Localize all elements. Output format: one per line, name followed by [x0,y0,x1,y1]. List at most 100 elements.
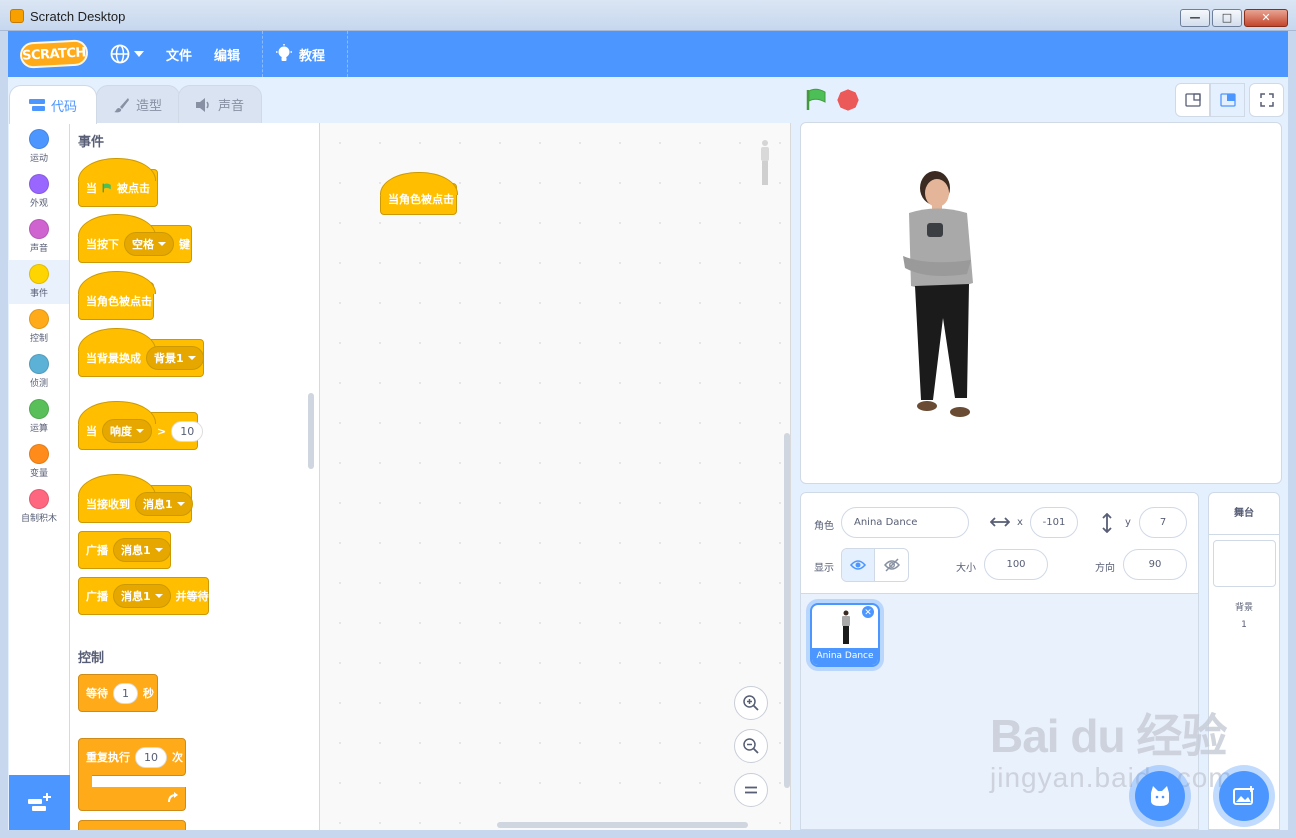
block-broadcast[interactable]: 广播 消息1 [78,531,171,569]
block-broadcast-and-wait[interactable]: 广播 消息1 并等待 [78,577,209,615]
category-label: 侦测 [29,379,48,389]
tab-sounds-label: 声音 [217,99,244,114]
normal-stage-button[interactable] [1210,83,1245,117]
zoom-reset-button[interactable] [734,773,768,807]
edit-menu[interactable]: 编辑 [214,45,240,64]
block-when-receive[interactable]: 当接收到 消息1 [78,474,193,523]
maximize-button[interactable]: □ [1212,9,1242,27]
x-label: x [1017,517,1023,528]
direction-input[interactable]: 90 [1123,549,1187,580]
my-blocks-dot [29,489,49,509]
block-when-sprite-clicked[interactable]: 当角色被点击 [78,271,156,320]
window-title: Scratch Desktop [30,9,126,24]
dropdown-value: 响度 [110,425,132,438]
message-dropdown[interactable]: 消息1 [135,492,193,516]
close-icon: ✕ [1261,11,1271,24]
image-icon [1233,786,1254,805]
y-input[interactable]: 7 [1139,507,1187,538]
broadcast-dropdown[interactable]: 消息1 [113,538,171,562]
loudness-input[interactable]: 10 [171,420,204,442]
variables-dot [29,444,49,464]
scratch-logo[interactable]: SCRATCH [19,39,89,69]
block-text: > [157,424,167,438]
category-sound[interactable]: 声音 [9,215,69,259]
script-vertical-scrollbar[interactable] [784,433,790,788]
minimize-button[interactable]: — [1180,9,1210,27]
category-looks[interactable]: 外观 [9,170,69,214]
x-input[interactable]: -101 [1030,507,1078,538]
delete-sprite-button[interactable]: ✕ [861,605,875,619]
menu-divider [262,31,264,77]
tab-costumes[interactable]: 造型 [96,85,180,123]
wait-input[interactable]: 1 [113,682,138,704]
green-flag-button[interactable] [804,88,828,112]
sprite-name-input[interactable]: Anina Dance [841,507,969,538]
script-block-when-sprite-clicked[interactable]: 当角色被点击 [380,172,458,215]
size-label: 大小 [956,563,976,574]
backdrops-count: 1 [1241,620,1247,630]
script-area[interactable]: 当角色被点击 [320,123,791,830]
block-palette: 事件 当 被点击 当按下 空格 键 当角色被点击 当背景换成 背景1 当 响度 … [70,123,320,830]
size-input[interactable]: 100 [984,549,1048,580]
vertical-arrows-icon [1102,513,1112,533]
block-text: 重复执行 [86,751,130,764]
block-when-loudness[interactable]: 当 响度 > 10 [78,401,204,450]
window-border-bottom [0,830,1296,838]
events-dot [29,264,49,284]
block-when-key-pressed[interactable]: 当按下 空格 键 [78,214,192,263]
category-motion[interactable]: 运动 [9,125,69,169]
small-stage-button[interactable] [1175,83,1210,117]
category-variables[interactable]: 变量 [9,440,69,484]
block-forever-partial[interactable] [78,820,186,830]
palette-scrollbar[interactable] [308,393,314,469]
category-sensing[interactable]: 侦测 [9,350,69,394]
category-label: 运动 [29,154,48,164]
watermark-sub: jingyan.baidu.com [990,762,1233,793]
show-label: 显示 [814,563,834,574]
script-horizontal-scrollbar[interactable] [497,822,748,828]
eye-icon [850,560,866,570]
zoom-in-button[interactable] [734,686,768,720]
block-when-backdrop-switches[interactable]: 当背景换成 背景1 [78,328,204,377]
category-operators[interactable]: 运算 [9,395,69,439]
file-menu[interactable]: 文件 [166,45,192,64]
choose-sprite-button[interactable] [1135,771,1185,821]
language-menu[interactable] [110,44,144,64]
block-repeat[interactable]: 重复执行 10 次 [78,738,186,813]
broadcast-wait-dropdown[interactable]: 消息1 [113,584,171,608]
tab-code[interactable]: 代码 [9,85,97,124]
category-events[interactable]: 事件 [9,260,69,304]
block-when-flag-clicked[interactable]: 当 被点击 [78,158,158,207]
close-window-button[interactable]: ✕ [1244,9,1288,27]
category-menu: 运动 外观 声音 事件 控制 侦测 运算 变量 自制积木 [9,123,70,775]
block-text: 等待 [86,687,108,700]
block-text: 当 [86,182,97,195]
stage[interactable] [800,122,1282,484]
repeat-footer [78,787,186,811]
choose-backdrop-button[interactable] [1219,771,1269,821]
repeat-input[interactable]: 10 [135,746,167,768]
block-text: 被点击 [117,182,150,195]
loudness-dropdown[interactable]: 响度 [102,419,152,443]
block-wait[interactable]: 等待 1 秒 [78,674,158,712]
key-dropdown[interactable]: 空格 [124,232,174,256]
dropdown-arrow-icon [154,548,163,552]
category-label: 声音 [29,244,48,254]
show-sprite-button[interactable] [842,549,876,581]
backdrop-dropdown[interactable]: 背景1 [146,346,204,370]
zoom-out-button[interactable] [734,729,768,763]
tutorials-button[interactable]: 教程 [275,44,325,64]
motion-dot [29,129,49,149]
sprite-thumbnail [842,610,850,644]
category-control[interactable]: 控制 [9,305,69,349]
add-extension-button[interactable] [9,775,70,830]
tab-sounds[interactable]: 声音 [178,85,262,123]
category-my-blocks[interactable]: 自制积木 [9,485,69,529]
minimize-icon: — [1189,11,1201,24]
hide-sprite-button[interactable] [875,549,908,581]
sensing-dot [29,354,49,374]
window-titlebar: Scratch Desktop — □ ✕ [0,0,1296,31]
fullscreen-button[interactable] [1249,83,1284,117]
dropdown-value: 消息1 [121,544,151,557]
block-text: 广播 [86,590,108,603]
